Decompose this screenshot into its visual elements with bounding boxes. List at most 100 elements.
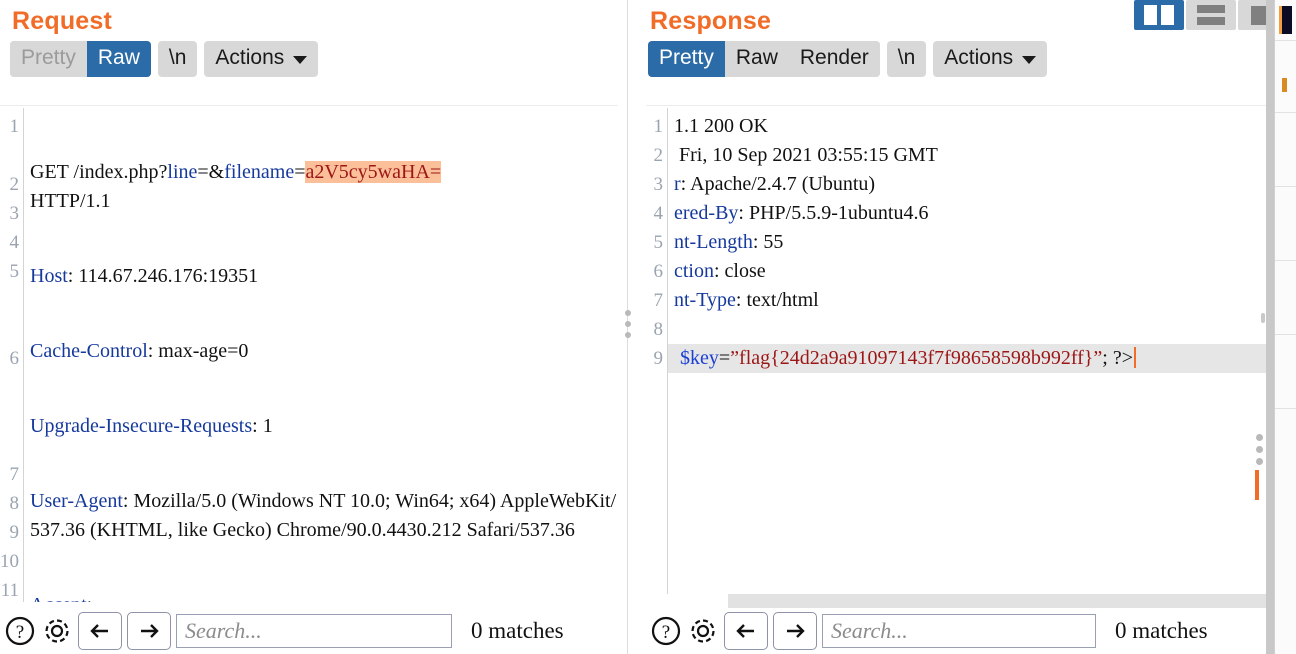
vertical-split-icon — [1144, 5, 1174, 25]
code-line-selected: $key=”flag{24d2a9a91097143f7f98658598b99… — [668, 344, 1266, 373]
code-line: 1.1 200 OK — [674, 112, 1266, 141]
response-footer: ? Search... 0 matches — [646, 608, 1266, 654]
code-seg: : close — [714, 260, 766, 282]
code-line: ered-By: PHP/5.5.9-1ubuntu4.6 — [674, 199, 1266, 228]
code-line: Upgrade-Insecure-Requests: 1 — [30, 412, 618, 441]
line-number: 2 — [653, 145, 664, 166]
code-line: r: Apache/2.4.7 (Ubuntu) — [674, 170, 1266, 199]
request-code[interactable]: GET /index.php?line=&filename=a2V5cy5waH… — [24, 108, 618, 602]
question-mark-icon[interactable]: ? — [650, 615, 682, 647]
line-number: 5 — [653, 232, 664, 253]
line-number: 5 — [9, 261, 20, 282]
layout-toggle-group — [1134, 0, 1288, 30]
gear-icon[interactable] — [41, 615, 73, 647]
code-seg: ction — [674, 260, 714, 282]
search-next-button[interactable] — [127, 612, 171, 650]
code-line: ction: close — [674, 257, 1266, 286]
code-seg: : 55 — [752, 231, 784, 253]
sliver-marker-icon — [1282, 78, 1287, 92]
request-title: Request — [12, 7, 113, 35]
line-number: 4 — [653, 203, 664, 224]
adjacent-panel-sliver[interactable] — [1274, 0, 1296, 654]
response-actions-button[interactable]: Actions — [933, 41, 1048, 77]
arrow-left-icon — [90, 624, 108, 638]
line-number: 7 — [9, 464, 20, 485]
tab-response-pretty[interactable]: Pretty — [648, 41, 725, 77]
arrow-right-icon — [141, 624, 159, 638]
code-seg: : 1 — [252, 415, 273, 437]
response-horizontal-scrollbar[interactable] — [668, 594, 1266, 608]
right-splitter-grip-icon[interactable] — [1256, 434, 1263, 465]
code-seg: Accept — [30, 594, 87, 602]
response-search-input[interactable]: Search... — [822, 614, 1096, 648]
response-pane: Response Pretty Raw Render \n Actions 1 … — [646, 0, 1266, 654]
request-actions-button[interactable]: Actions — [204, 41, 319, 77]
code-seg: : max-age=0 — [147, 340, 249, 362]
response-line-numbers: 1 2 3 4 5 6 7 8 9 — [646, 108, 668, 594]
search-next-button[interactable] — [773, 612, 817, 650]
code-seg: Fri, 10 Sep 2021 03:55:15 GMT — [674, 144, 938, 166]
code-seg: r — [674, 173, 681, 195]
layout-vertical-split-button[interactable] — [1134, 0, 1184, 30]
splitter-grip-icon[interactable] — [625, 310, 631, 338]
search-placeholder: Search... — [185, 618, 262, 643]
response-code[interactable]: 1.1 200 OK Fri, 10 Sep 2021 03:55:15 GMT… — [668, 108, 1266, 594]
code-seg: $key — [680, 347, 719, 369]
request-newline-button[interactable]: \n — [157, 41, 198, 77]
code-seg: = — [718, 347, 731, 369]
search-placeholder: Search... — [831, 618, 908, 643]
code-line: nt-Length: 55 — [674, 228, 1266, 257]
question-mark-icon[interactable]: ? — [4, 615, 36, 647]
tab-request-raw[interactable]: Raw — [86, 41, 151, 77]
code-seg: 1.1 200 OK — [674, 115, 768, 137]
search-prev-button[interactable] — [78, 612, 122, 650]
response-view-tabs: Pretty Raw Render — [648, 41, 880, 77]
line-number: 1 — [9, 116, 20, 137]
line-number: 3 — [653, 174, 664, 195]
code-seg: User-Agent — [30, 490, 123, 512]
response-actions-label: Actions — [944, 46, 1014, 69]
code-seg-highlight: a2V5cy5waHA= — [305, 161, 442, 183]
request-line-numbers: 1 2 3 4 5 6 7 8 9 10 11 12 — [0, 108, 24, 602]
line-number: 1 — [653, 116, 664, 137]
svg-text:?: ? — [662, 622, 670, 643]
code-seg: line — [167, 161, 198, 183]
response-editor[interactable]: 1 2 3 4 5 6 7 8 9 1.1 200 OK Fri, 10 Sep… — [646, 108, 1266, 594]
tab-response-raw[interactable]: Raw — [724, 41, 789, 77]
tab-response-render[interactable]: Render — [788, 41, 880, 77]
scrollbar-thumb[interactable] — [728, 594, 1266, 608]
gear-icon[interactable] — [687, 615, 719, 647]
line-number: 3 — [9, 203, 20, 224]
code-line: Accept: text/html,application/xhtml+xml,… — [30, 591, 618, 602]
request-editor[interactable]: 1 2 3 4 5 6 7 8 9 10 11 12 GE — [0, 108, 618, 602]
tab-request-pretty[interactable]: Pretty — [10, 41, 87, 77]
response-tabstrip: Pretty Raw Render \n Actions — [646, 39, 1266, 79]
code-seg: : text/html — [735, 289, 819, 311]
pane-splitter[interactable] — [618, 0, 646, 654]
code-seg: ered-By — [674, 202, 739, 224]
response-divider-line — [646, 105, 1266, 106]
scrollbar-thumb[interactable] — [1261, 313, 1265, 323]
sliver-selected-row — [1279, 6, 1292, 34]
code-seg: nt-Length — [674, 231, 753, 253]
code-seg: Host — [30, 265, 68, 287]
request-search-input[interactable]: Search... — [176, 614, 452, 648]
code-seg-flag: ”flag{24d2a9a91097143f7f98658598b992ff}” — [730, 347, 1103, 369]
line-number: 9 — [9, 522, 20, 543]
arrow-left-icon — [736, 624, 754, 638]
request-divider-line — [0, 105, 618, 106]
layout-horizontal-split-button[interactable] — [1186, 0, 1236, 30]
line-number: 8 — [653, 319, 664, 340]
code-seg: Cache-Control — [30, 340, 148, 362]
chevron-down-icon — [293, 55, 308, 64]
line-number: 6 — [653, 261, 664, 282]
code-line: nt-Type: text/html — [674, 286, 1266, 315]
code-line: User-Agent: Mozilla/5.0 (Windows NT 10.0… — [30, 487, 618, 545]
code-line: Host: 114.67.246.176:19351 — [30, 262, 618, 291]
request-pane: Request Pretty Raw \n Actions 1 2 3 4 5 … — [0, 0, 618, 654]
response-newline-button[interactable]: \n — [886, 41, 927, 77]
right-panel-splitter[interactable] — [1266, 0, 1274, 654]
code-seg: filename — [224, 161, 295, 183]
search-prev-button[interactable] — [724, 612, 768, 650]
